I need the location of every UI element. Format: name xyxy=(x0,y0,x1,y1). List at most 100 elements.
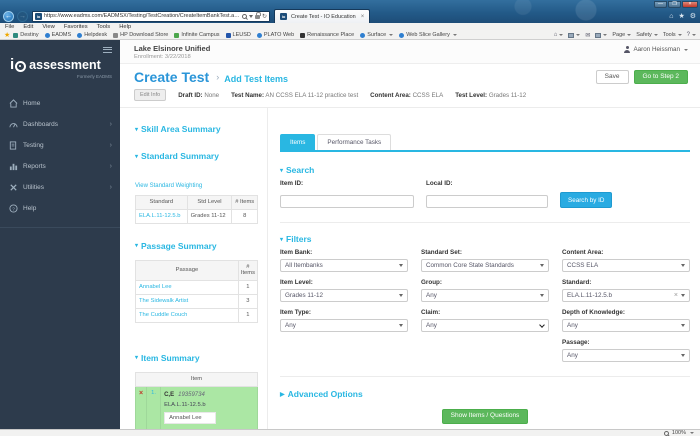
clear-icon[interactable]: × xyxy=(674,292,678,299)
favorite-infinite-campus[interactable]: Infinite Campus xyxy=(174,32,219,38)
feeds-button[interactable] xyxy=(568,33,580,38)
add-favorite-icon[interactable]: ★ xyxy=(4,31,10,39)
passage-select[interactable]: Any xyxy=(562,349,690,362)
passage-summary-toggle[interactable]: ▾ Passage Summary xyxy=(135,241,258,251)
sidebar-item-testing[interactable]: Testing › xyxy=(0,135,120,156)
filter-standard-set: Standard Set: Common Core State Standard… xyxy=(421,249,549,272)
summary-panel: ▾ Skill Area Summary ▾ Standard Summary … xyxy=(120,108,268,429)
search-section: ▾ Search Item ID: Local ID: xyxy=(280,165,690,208)
search-toggle[interactable]: ▾ Search xyxy=(280,165,690,175)
settings-gear-icon[interactable]: ⚙ xyxy=(690,12,696,20)
item-id-input[interactable] xyxy=(280,195,414,208)
menu-icon[interactable] xyxy=(103,45,112,54)
url-text: https://www.eadms.com/EADMSX/Testing/Tes… xyxy=(44,13,242,19)
chevron-down-icon[interactable] xyxy=(690,432,694,434)
menu-favorites[interactable]: Favorites xyxy=(64,24,88,30)
sidebar-item-help[interactable]: ? Help xyxy=(0,198,120,219)
chevron-down-icon xyxy=(399,264,403,267)
feeds-icon xyxy=(568,33,574,38)
passage-link[interactable]: Annabel Lee xyxy=(139,284,172,290)
favorite-surface[interactable]: Surface xyxy=(360,32,393,38)
item-level-select[interactable]: Grades 11-12 xyxy=(280,289,408,302)
menu-view[interactable]: View xyxy=(42,24,54,30)
menu-file[interactable]: File xyxy=(5,24,14,30)
address-bar[interactable]: io https://www.eadms.com/EADMSX/Testing/… xyxy=(32,11,270,22)
table-row: Annabel Lee 1 xyxy=(136,280,258,294)
depth-of-knowledge-select[interactable]: Any xyxy=(562,319,690,332)
save-button[interactable]: Save xyxy=(596,70,629,85)
tab-items[interactable]: Items xyxy=(280,134,315,150)
ie-help-button[interactable]: ? xyxy=(687,32,696,38)
items-tabs: Items Performance Tasks xyxy=(280,134,690,152)
item-type-select[interactable]: Any xyxy=(280,319,408,332)
zoom-level[interactable]: 100% xyxy=(672,430,686,436)
go-to-step-2-button[interactable]: Go to Step 2 xyxy=(634,70,689,85)
skill-area-summary-toggle[interactable]: ▾ Skill Area Summary xyxy=(135,124,258,134)
print-icon xyxy=(595,33,601,38)
favorite-hp-download-store[interactable]: HP Download Store xyxy=(113,32,168,38)
claim-select[interactable]: Any xyxy=(421,319,549,332)
passage-link[interactable]: The Cuddle Couch xyxy=(139,312,187,318)
group-select[interactable]: Any xyxy=(421,289,549,302)
favorite-eadms[interactable]: EADMS xyxy=(45,32,72,38)
close-button[interactable]: × xyxy=(682,1,698,8)
favorite-leusd[interactable]: LEUSD xyxy=(226,32,251,38)
search-by-id-button[interactable]: Search by ID xyxy=(560,192,612,208)
passage-link[interactable]: The Sidewalk Artist xyxy=(139,298,188,304)
edit-info-button[interactable]: Edit Info xyxy=(134,89,166,101)
item-standard: ELA.L.11-12.5.b xyxy=(164,402,254,408)
refresh-icon[interactable]: ↻ xyxy=(262,13,267,20)
items-panel: Items Performance Tasks ▾ Search Item ID… xyxy=(268,108,700,429)
sidebar-item-utilities[interactable]: Utilities › xyxy=(0,177,120,198)
search-icon[interactable] xyxy=(242,14,247,19)
show-items-questions-button[interactable]: Show Items / Questions xyxy=(442,409,529,424)
favorite-renaissance-place[interactable]: Renaissance Place xyxy=(300,32,354,38)
maximize-button[interactable]: ❐ xyxy=(668,1,681,8)
standard-set-select[interactable]: Common Core State Standards xyxy=(421,259,549,272)
minimize-button[interactable]: — xyxy=(654,1,667,8)
hp-favicon xyxy=(113,33,118,38)
sidebar-item-reports[interactable]: Reports › xyxy=(0,156,120,177)
home-menu-button[interactable]: ⌂ xyxy=(554,32,564,38)
local-id-input[interactable] xyxy=(426,195,548,208)
favorite-helpdesk[interactable]: Helpdesk xyxy=(77,32,107,38)
favorite-web-slice-gallery[interactable]: Web Slice Gallery xyxy=(399,32,457,38)
browser-tab[interactable]: io Create Test - IO Education × xyxy=(274,9,370,23)
tab-close-icon[interactable]: × xyxy=(361,14,365,20)
back-button[interactable]: ← xyxy=(3,11,14,22)
favorites-star-icon[interactable]: ★ xyxy=(678,12,684,20)
safety-menu-button[interactable]: Safety xyxy=(636,32,658,38)
standard-select[interactable]: ELA.L.11-12.5.b× xyxy=(562,289,690,302)
standard-summary-toggle[interactable]: ▾ Standard Summary xyxy=(135,151,258,161)
favorite-plato-web[interactable]: PLATO Web xyxy=(257,32,294,38)
sidebar-item-home[interactable]: Home xyxy=(0,93,120,114)
page-menu-button[interactable]: Page xyxy=(612,32,631,38)
tools-menu-button[interactable]: Tools xyxy=(663,32,682,38)
read-mail-button[interactable]: ✉ xyxy=(585,32,590,39)
standard-link[interactable]: ELA.L.11-12.5.b xyxy=(139,213,180,219)
menu-help[interactable]: Help xyxy=(119,24,131,30)
sidebar-item-dashboards[interactable]: Dashboards › xyxy=(0,114,120,135)
filters-toggle[interactable]: ▾ Filters xyxy=(280,234,690,244)
advanced-options-toggle[interactable]: ▶ Advanced Options xyxy=(280,389,690,399)
forward-button[interactable]: → xyxy=(17,11,28,22)
favorite-destiny[interactable]: Destiny xyxy=(13,32,38,38)
chevron-down-icon[interactable] xyxy=(249,15,253,18)
tab-performance-tasks[interactable]: Performance Tasks xyxy=(317,134,391,150)
home-icon[interactable]: ⌂ xyxy=(669,13,673,20)
chevron-right-icon: › xyxy=(110,142,112,149)
print-button[interactable] xyxy=(595,33,607,38)
item-number-link[interactable]: 1. xyxy=(151,390,156,396)
remove-item-icon[interactable]: × xyxy=(139,390,143,397)
content-area-select[interactable]: CCSS ELA xyxy=(562,259,690,272)
item-bank-select[interactable]: All Itembanks xyxy=(280,259,408,272)
item-id-label: Item ID: xyxy=(280,180,414,187)
view-standard-weighting-link[interactable]: View Standard Weighting xyxy=(135,183,202,189)
menu-edit[interactable]: Edit xyxy=(23,24,33,30)
user-menu[interactable]: Aaron Heissman xyxy=(624,46,688,53)
ie-favicon xyxy=(45,33,50,38)
filter-spacer xyxy=(421,339,549,362)
test-name-value: AN CCSS ELA 11-12 practice test xyxy=(265,92,358,99)
item-summary-toggle[interactable]: ▾ Item Summary xyxy=(135,353,258,363)
menu-tools[interactable]: Tools xyxy=(97,24,111,30)
